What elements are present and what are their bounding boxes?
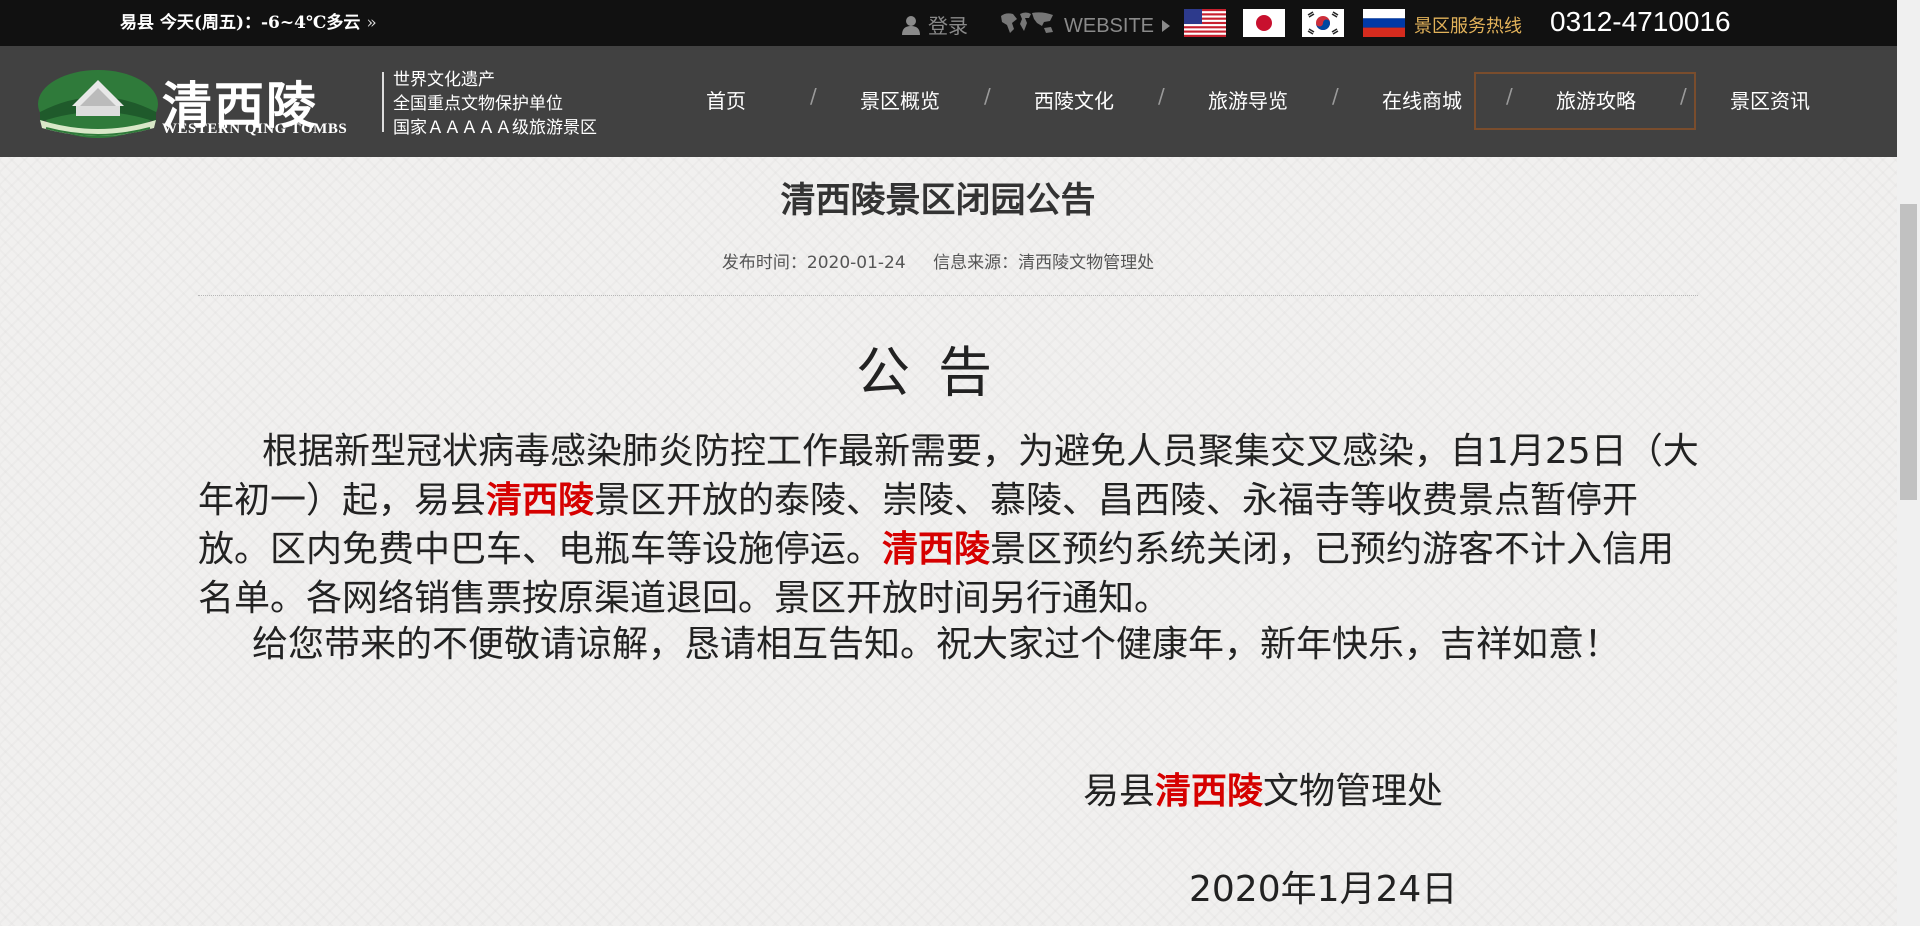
nav-separator: / (1332, 84, 1339, 108)
logo-title-line: 世界文化遗产 (393, 70, 495, 90)
russia-flag-icon[interactable] (1363, 9, 1405, 37)
notice-signature: 易县清西陵文物管理处 (1083, 762, 1443, 814)
nav-item-shop[interactable]: 在线商城 (1372, 46, 1472, 157)
japan-flag-icon[interactable] (1243, 9, 1285, 37)
login-label: 登录 (928, 14, 968, 38)
main-navbar: 清西陵 WESTERN QING TOMBS 世界文化遗产 全国重点文物保护单位… (0, 46, 1897, 157)
signature-text: 文物管理处 (1263, 771, 1444, 812)
website-label: WEBSITE (1064, 14, 1155, 37)
notice-paragraph-2: 给您带来的不便敬请谅解，恳请相互告知。祝大家过个健康年，新年快乐，吉祥如意！ (252, 624, 1621, 665)
logo-title-line: 国家ＡＡＡＡＡ级旅游景区 (393, 118, 597, 138)
logo-titles: 世界文化遗产 全国重点文物保护单位 国家ＡＡＡＡＡ级旅游景区 (393, 68, 597, 140)
highlight-keyword: 清西陵 (882, 529, 991, 570)
hotline-number: 0312-4710016 (1550, 6, 1731, 37)
article-meta: 发布时间：2020-01-24 信息来源：清西陵文物管理处 (0, 248, 1876, 273)
world-map-icon (998, 10, 1056, 42)
weather-widget[interactable]: 易县 今天(周五)：-6~4℃多云» (120, 8, 377, 33)
nav-item-culture[interactable]: 西陵文化 (1024, 46, 1124, 157)
highlight-keyword: 清西陵 (1155, 771, 1264, 812)
nav-separator: / (1158, 84, 1165, 108)
notice-heading: 公告 (856, 341, 1020, 404)
nav-item-news[interactable]: 景区资讯 (1720, 46, 1820, 157)
logo-divider (382, 72, 384, 132)
nav-separator: / (1680, 84, 1687, 108)
page-scrollbar[interactable] (1897, 0, 1920, 926)
nav-item-overview[interactable]: 景区概览 (850, 46, 950, 157)
logo-english-name: WESTERN QING TOMBS (162, 121, 348, 137)
publish-label: 发布时间： (721, 253, 807, 273)
nav-separator: / (810, 84, 817, 108)
us-flag-icon[interactable] (1184, 9, 1226, 37)
publish-info: 发布时间：2020-01-24 (722, 253, 906, 273)
nav-separator: / (984, 84, 991, 108)
notice-paragraph-1: 根据新型冠状病毒感染肺炎防控工作最新需要，为避免人员聚集交叉感染，自1月25日（… (198, 427, 1700, 623)
logo-emblem-icon[interactable] (36, 62, 160, 146)
scrollbar-thumb[interactable] (1900, 204, 1917, 500)
source-label: 信息来源： (933, 253, 1019, 273)
nav-separator: / (1506, 84, 1513, 108)
nav-item-guide[interactable]: 旅游导览 (1198, 46, 1298, 157)
user-icon (902, 15, 920, 35)
weather-text: 易县 今天(周五)：-6~4℃多云 (120, 13, 361, 33)
nav-item-travel-tips[interactable]: 旅游攻略 (1546, 46, 1646, 157)
title-divider (198, 295, 1698, 296)
caret-right-icon (1162, 20, 1171, 32)
source-info: 信息来源：清西陵文物管理处 (933, 253, 1154, 273)
korea-flag-icon[interactable] (1302, 9, 1344, 37)
publish-date: 2020-01-24 (806, 253, 906, 273)
top-bar: 易县 今天(周五)：-6~4℃多云» 登录 WEBSITE 景区服务热线 031… (0, 0, 1897, 46)
notice-date: 2020年1月24日 (1189, 869, 1458, 910)
signature-text: 易县 (1083, 771, 1156, 812)
source-value: 清西陵文物管理处 (1018, 253, 1155, 273)
highlight-keyword: 清西陵 (486, 480, 595, 521)
website-language-link[interactable]: WEBSITE (998, 10, 1171, 42)
logo-title-line: 全国重点文物保护单位 (393, 94, 563, 114)
weather-more-icon[interactable]: » (366, 13, 376, 33)
login-link[interactable]: 登录 (902, 10, 968, 39)
nav-item-home[interactable]: 首页 (686, 46, 766, 157)
hotline-label: 景区服务热线 (1414, 16, 1522, 37)
article-title: 清西陵景区闭园公告 (780, 181, 1096, 221)
